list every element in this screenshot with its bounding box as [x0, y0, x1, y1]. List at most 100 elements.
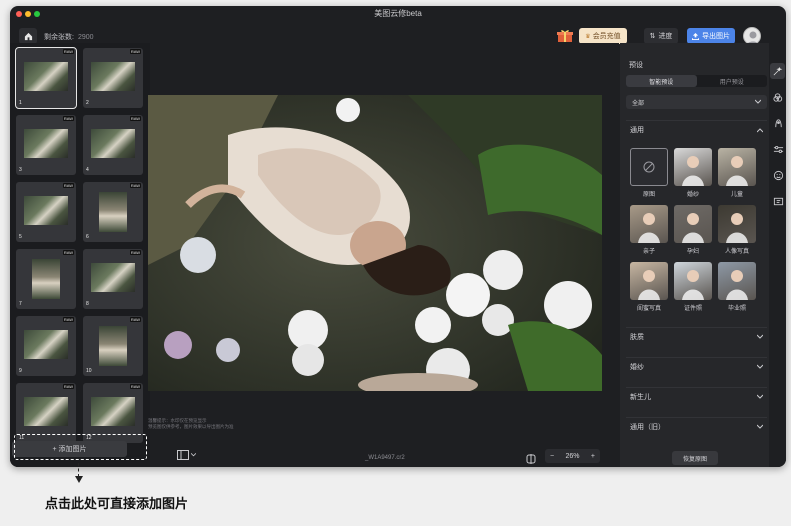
thumbnail-image: [91, 263, 135, 292]
preset-item[interactable]: 证件照: [674, 262, 712, 312]
preset-thumbnail: [630, 148, 668, 186]
preset-item[interactable]: 毕业照: [718, 262, 756, 312]
progress-label: 进度: [658, 33, 673, 40]
home-button[interactable]: [19, 28, 37, 44]
raw-badge: RAW: [129, 384, 141, 389]
zoom-in-button[interactable]: +: [591, 453, 595, 460]
chevron-down-icon: [757, 334, 763, 339]
raw-badge: RAW: [129, 250, 141, 255]
zoom-out-button[interactable]: −: [550, 453, 554, 460]
restore-original-button[interactable]: 恢复原图: [672, 451, 718, 465]
raw-badge: RAW: [129, 49, 141, 54]
preset-thumbnail: [674, 262, 712, 300]
export-label: 导出图片: [702, 33, 730, 40]
filmstrip-thumbnail[interactable]: RAW 10: [83, 316, 143, 376]
crown-icon: ♛: [585, 33, 591, 40]
preset-label: 闺蜜写真: [636, 306, 661, 312]
preset-item[interactable]: 儿童: [718, 148, 756, 198]
magic-wand-icon: [773, 66, 783, 75]
panel-title: 预设: [629, 62, 643, 69]
sliders-tool-button[interactable]: [772, 143, 784, 155]
callout-highlight-box: [14, 434, 147, 460]
export-button[interactable]: 导出图片: [687, 28, 735, 44]
filmstrip-thumbnail[interactable]: RAW 1: [15, 47, 77, 109]
filmstrip-thumbnail[interactable]: RAW 6: [83, 182, 143, 242]
callout-arrow-icon: [75, 476, 83, 483]
layout-toggle[interactable]: [177, 450, 197, 460]
thumbnail-image: [91, 397, 135, 426]
preset-thumbnail: [718, 205, 756, 243]
panel-layout-icon: [177, 450, 189, 460]
vip-label: 会员充值: [592, 33, 621, 40]
compare-icon: [526, 454, 536, 464]
section-title: 通用（旧）: [630, 423, 665, 431]
filmstrip-thumbnail[interactable]: RAW 8: [83, 249, 143, 309]
filmstrip-thumbnail[interactable]: RAW 2: [83, 48, 143, 108]
vip-recharge-button[interactable]: ♛ 会员充值: [579, 28, 627, 44]
thumbnail-index: 7: [19, 301, 22, 307]
batch-tool-button[interactable]: [772, 195, 784, 207]
thumbnail-index: 5: [19, 234, 22, 240]
filmstrip-thumbnail[interactable]: RAW 3: [16, 115, 76, 175]
preset-item[interactable]: 闺蜜写真: [630, 262, 668, 312]
section-title: 肤质: [630, 333, 644, 341]
filmstrip-thumbnail[interactable]: RAW 5: [16, 182, 76, 242]
preset-section[interactable]: 肤质: [626, 327, 767, 345]
chevron-down-icon: [757, 364, 763, 369]
preset-thumbnail: [674, 205, 712, 243]
preset-label: 原图: [642, 192, 655, 198]
preset-item[interactable]: 人像写真: [718, 205, 756, 255]
upload-icon: [692, 32, 699, 40]
progress-button[interactable]: ⇅ 进度: [644, 28, 678, 44]
thumbnail-image: [91, 129, 135, 158]
sliders-icon: [773, 145, 783, 153]
magic-wand-tool-button[interactable]: [770, 63, 785, 79]
portrait-retouch-icon: [774, 118, 782, 127]
preset-section[interactable]: 婚纱: [626, 357, 767, 375]
thumbnail-index: 3: [19, 167, 22, 173]
tool-icon-bar: [769, 43, 786, 467]
gift-icon[interactable]: [557, 29, 573, 43]
minimize-window-button[interactable]: [25, 11, 31, 17]
preset-filter-select[interactable]: 全部: [626, 95, 767, 109]
preset-item[interactable]: 孕妇: [674, 205, 712, 255]
filmstrip-thumbnail[interactable]: RAW 7: [16, 249, 76, 309]
preset-thumbnail: [630, 205, 668, 243]
thumbnail-image: [24, 397, 68, 426]
chevron-down-icon: [757, 424, 763, 429]
section-title: 婚纱: [630, 363, 644, 371]
preset-tabs: 智能预设 用户预设: [626, 75, 767, 87]
before-after-compare-button[interactable]: [526, 451, 536, 464]
tab-smart-presets[interactable]: 智能预设: [626, 75, 697, 87]
preset-item[interactable]: 婚纱: [674, 148, 712, 198]
callout-arrow-line: [78, 463, 79, 477]
chevron-down-icon: [191, 453, 196, 457]
tab-user-presets[interactable]: 用户预设: [697, 75, 768, 87]
preset-section[interactable]: 通用（旧）: [626, 417, 767, 435]
face-tool-button[interactable]: [772, 169, 784, 181]
chevron-down-icon: [755, 99, 761, 104]
thumbnail-image: [99, 326, 127, 366]
maximize-window-button[interactable]: [34, 11, 40, 17]
preset-item[interactable]: 原图: [630, 148, 668, 198]
preset-label: 孕妇: [686, 249, 699, 255]
preset-section[interactable]: 新生儿: [626, 387, 767, 405]
filmstrip-thumbnail[interactable]: RAW 9: [16, 316, 76, 376]
thumbnail-index: 8: [86, 301, 89, 307]
thumbnail-image: [24, 196, 68, 225]
zoom-value: 26%: [565, 452, 580, 460]
color-circles-tool-button[interactable]: [772, 91, 784, 103]
thumbnail-index: 2: [86, 100, 89, 106]
preset-thumbnail: [718, 262, 756, 300]
preview-hint: 温馨提示：水印仅在预览显示 预览图仅供参考，图片效果以导出图片为准: [148, 418, 234, 430]
raw-badge: RAW: [62, 384, 74, 389]
raw-badge: RAW: [62, 49, 74, 54]
thumbnail-index: 1: [19, 100, 22, 106]
section-general[interactable]: 通用: [626, 120, 767, 138]
filmstrip-thumbnail[interactable]: RAW 4: [83, 115, 143, 175]
preset-label: 毕业照: [727, 306, 746, 312]
portrait-retouch-tool-button[interactable]: [772, 117, 784, 129]
preset-item[interactable]: 亲子: [630, 205, 668, 255]
zoom-control: − 26% +: [545, 449, 600, 463]
close-window-button[interactable]: [16, 11, 22, 17]
